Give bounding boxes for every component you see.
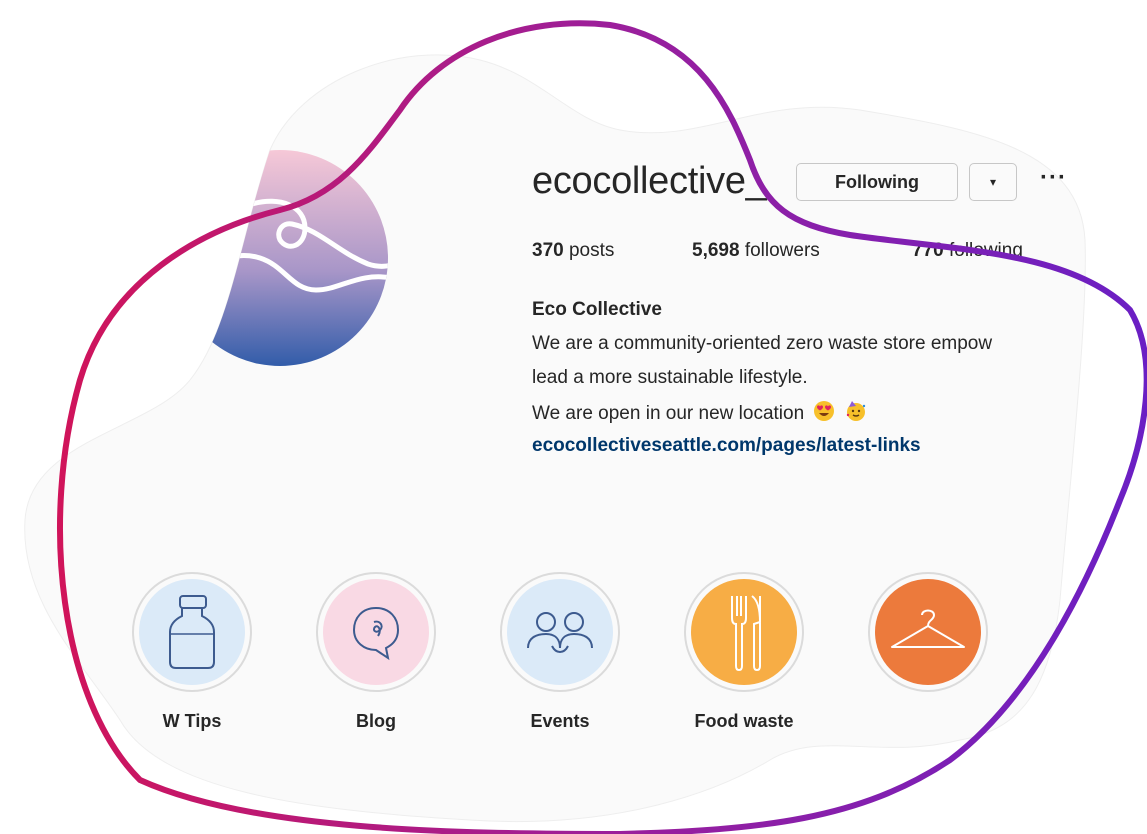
swoosh-line: [57, 20, 1147, 834]
stage: ecocollective_ Following ▾ ··· 370 posts…: [0, 0, 1147, 834]
swoosh-overlay: [57, 20, 1147, 834]
